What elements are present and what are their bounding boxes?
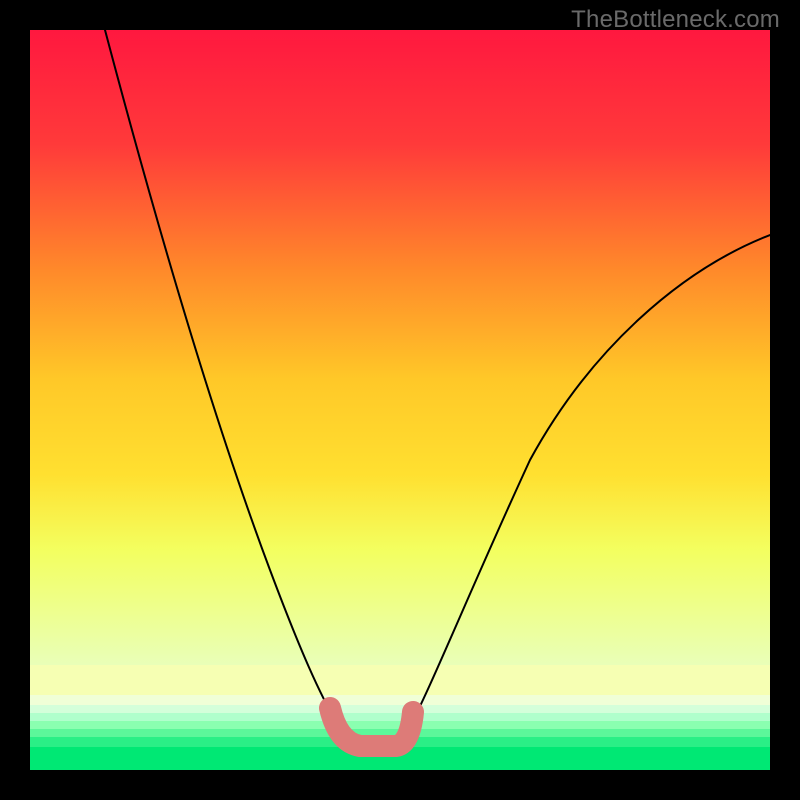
plot-area [30,30,770,770]
watermark-text: TheBottleneck.com [571,6,780,34]
band-pale-green-1 [30,695,770,705]
band-pale-yellow [30,665,770,695]
bottleneck-chart-svg [30,30,770,770]
band-green-1 [30,713,770,721]
gradient-background [30,30,770,665]
band-pale-green-2 [30,705,770,713]
chart-frame: TheBottleneck.com [0,0,800,800]
